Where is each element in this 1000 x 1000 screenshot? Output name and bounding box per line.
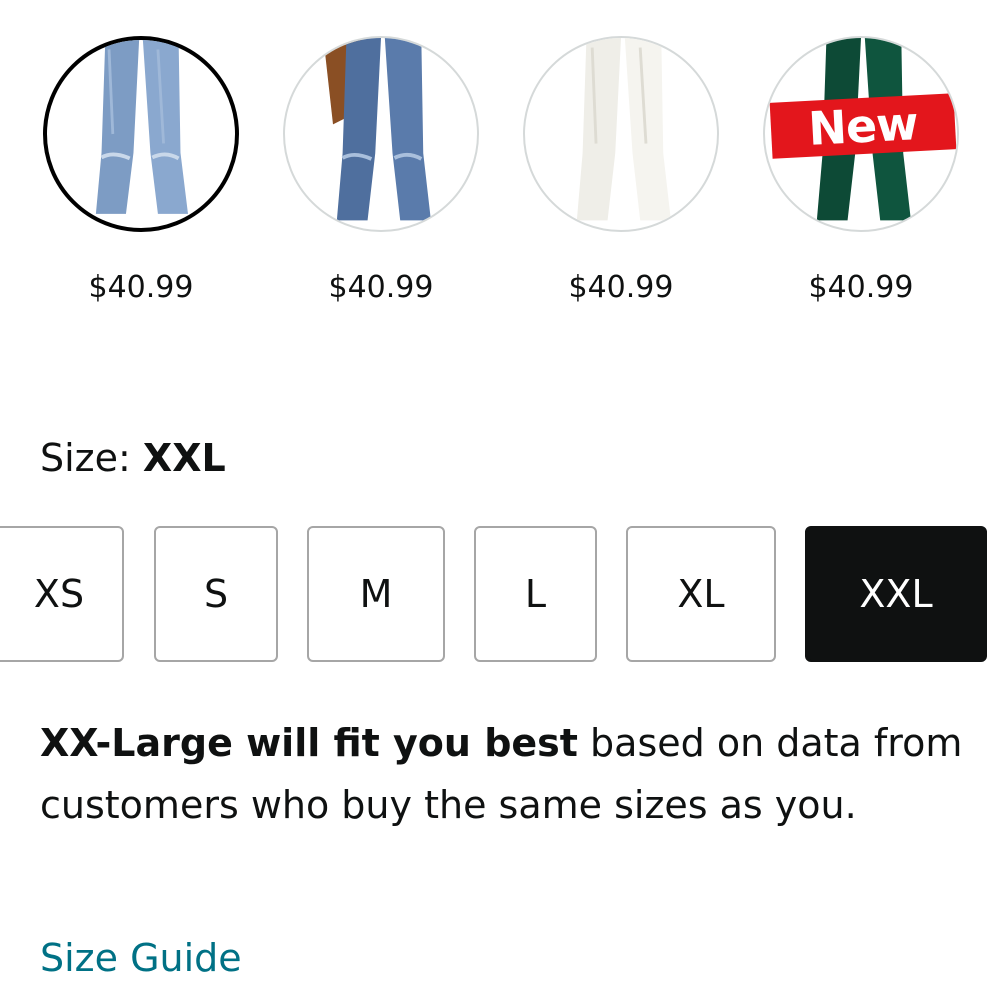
fit-recommendation: XX-Large will fit you best based on data… [40, 712, 970, 836]
color-swatch-white[interactable]: $40.99 [521, 36, 721, 305]
new-badge: New [769, 93, 957, 159]
fit-recommendation-highlight: XX-Large will fit you best [40, 721, 578, 765]
size-label-prefix: Size: [40, 436, 131, 480]
selected-size-value: XXL [142, 436, 226, 480]
size-option-xs[interactable]: XS [0, 526, 124, 662]
color-swatch-medium-blue[interactable]: $40.99 [281, 36, 481, 305]
jeans-image [323, 38, 431, 221]
jeans-image [576, 38, 671, 221]
color-swatch-dark-green[interactable]: New $40.99 [761, 36, 961, 305]
size-option-l[interactable]: L [474, 526, 597, 662]
size-option-s[interactable]: S [154, 526, 278, 662]
jeans-image [95, 40, 188, 214]
swatch-price: $40.99 [88, 270, 194, 305]
size-option-m[interactable]: M [307, 526, 445, 662]
product-variation-panel: $40.99 $40.99 $40.99 New $40.99 Size: XX… [0, 0, 1000, 1000]
size-guide-link[interactable]: Size Guide [40, 936, 242, 980]
swatch-image-white-jeans [523, 36, 719, 232]
swatch-image-medium-blue-jeans [283, 36, 479, 232]
size-option-xxl[interactable]: XXL [805, 526, 987, 662]
swatch-price: $40.99 [328, 270, 434, 305]
swatch-price: $40.99 [808, 270, 914, 305]
swatch-image-green-jeans: New [763, 36, 959, 232]
swatch-price: $40.99 [568, 270, 674, 305]
size-label: Size: XXL [40, 436, 226, 480]
swatch-image-light-blue-jeans [43, 36, 239, 232]
color-swatch-light-blue[interactable]: $40.99 [41, 36, 241, 305]
size-option-xl[interactable]: XL [626, 526, 776, 662]
